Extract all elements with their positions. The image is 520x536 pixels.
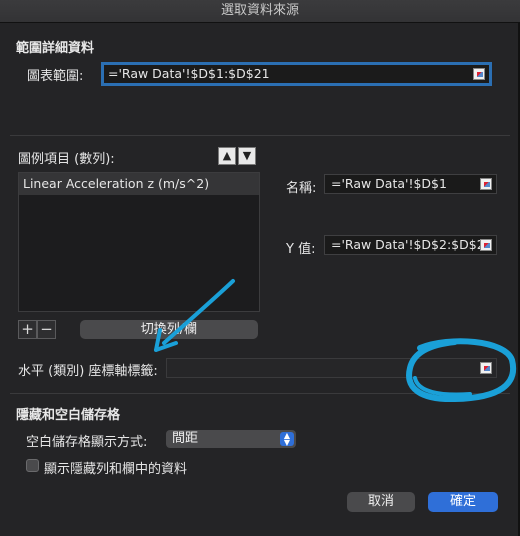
chart-range-field[interactable]: ='Raw Data'!$D$1:$D$21: [101, 62, 492, 86]
range-details-heading: 範圍詳細資料: [16, 41, 95, 56]
series-list[interactable]: Linear Acceleration z (m/s^2): [18, 172, 260, 312]
cell-reference-picker-icon[interactable]: [473, 68, 485, 80]
cell-reference-picker-icon[interactable]: [480, 362, 492, 374]
section-divider: [10, 393, 510, 394]
ok-button[interactable]: 確定: [428, 492, 498, 512]
y-values-value: ='Raw Data'!$D$2:$D$2: [331, 237, 485, 252]
remove-series-button[interactable]: −: [37, 320, 56, 339]
add-series-button[interactable]: +: [18, 320, 37, 339]
section-divider: [10, 135, 510, 136]
axis-labels-field[interactable]: [166, 358, 497, 378]
switch-row-column-button[interactable]: 切換列/欄: [80, 320, 258, 339]
y-values-field[interactable]: ='Raw Data'!$D$2:$D$2: [324, 235, 497, 255]
cancel-button[interactable]: 取消: [347, 492, 415, 512]
chart-range-label: 圖表範圍:: [27, 69, 84, 84]
show-hidden-label: 顯示隱藏列和欄中的資料: [44, 462, 188, 477]
chevron-updown-icon: ▲ ▼: [280, 432, 294, 447]
show-hidden-checkbox[interactable]: [26, 459, 39, 472]
cell-reference-picker-icon[interactable]: [480, 178, 492, 190]
cell-reference-picker-icon[interactable]: [480, 239, 492, 251]
window-title: 選取資料來源: [0, 0, 520, 23]
list-item[interactable]: Linear Acceleration z (m/s^2): [19, 173, 259, 195]
legend-series-label: 圖例項目 (數列):: [18, 152, 115, 167]
series-name-field[interactable]: ='Raw Data'!$D$1: [324, 174, 497, 194]
y-values-label: Y 值:: [286, 242, 316, 257]
hidden-empty-heading: 隱藏和空白儲存格: [16, 408, 121, 423]
series-name-label: 名稱:: [286, 181, 317, 196]
move-down-icon[interactable]: ▼: [238, 147, 256, 165]
empty-cells-value: 間距: [172, 431, 199, 446]
axis-labels-label: 水平 (類別) 座標軸標籤:: [18, 364, 158, 379]
select-data-source-dialog: 選取資料來源 範圍詳細資料 圖表範圍: ='Raw Data'!$D$1:$D$…: [0, 0, 520, 536]
series-name-value: ='Raw Data'!$D$1: [331, 176, 447, 191]
move-up-icon[interactable]: ▲: [218, 147, 236, 165]
chart-range-value: ='Raw Data'!$D$1:$D$21: [108, 66, 270, 81]
empty-cells-select[interactable]: 間距 ▲ ▼: [166, 430, 296, 448]
empty-cells-label: 空白儲存格顯示方式:: [26, 435, 148, 450]
